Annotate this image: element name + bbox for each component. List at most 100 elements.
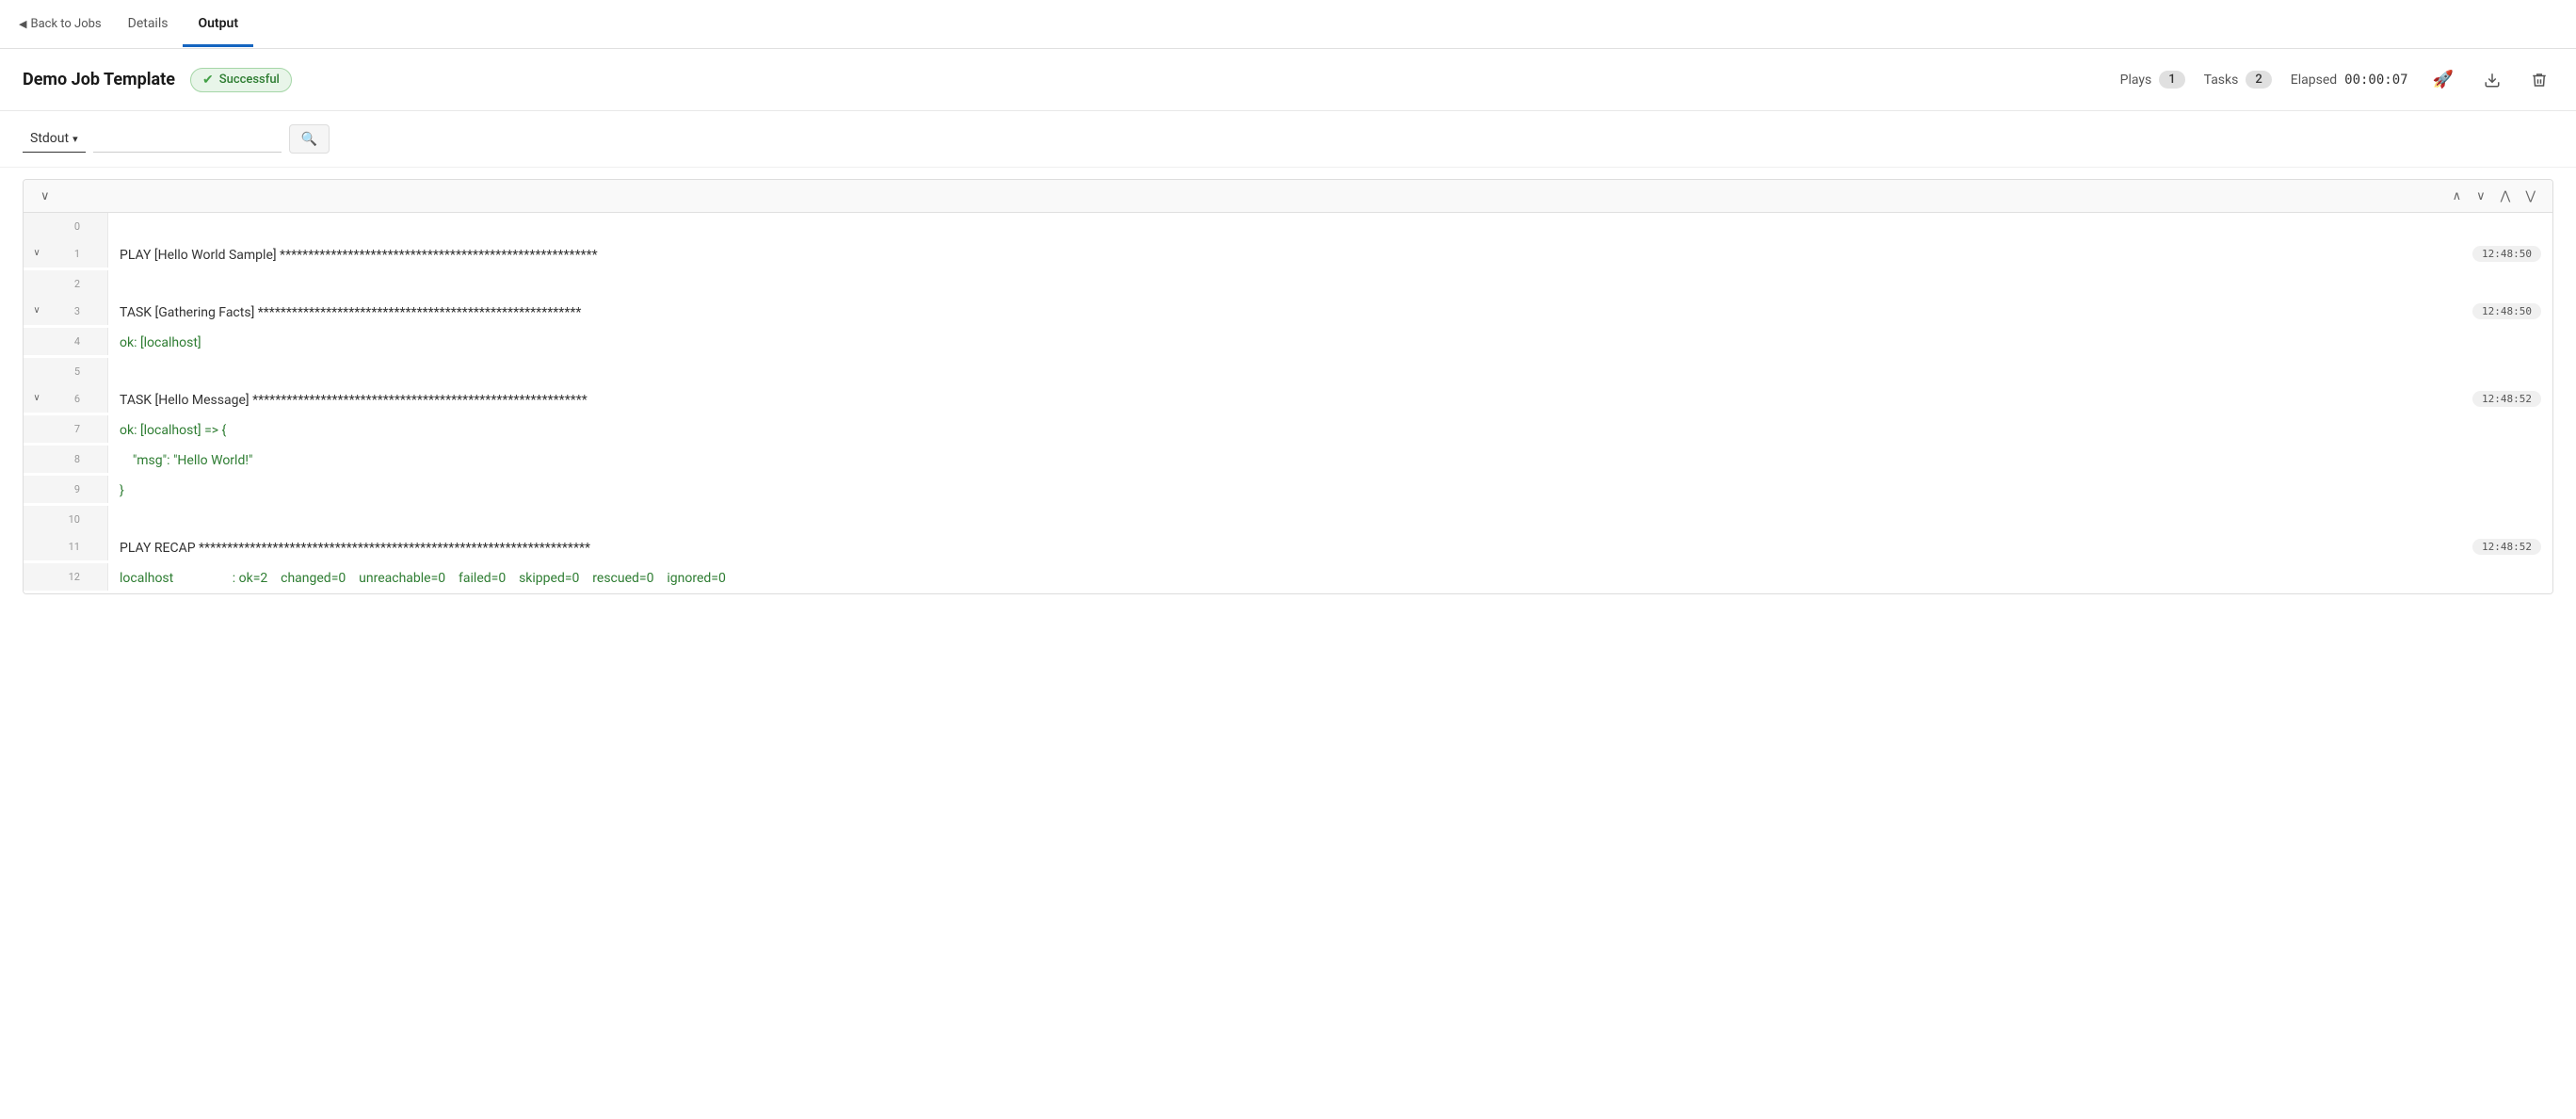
- back-label: Back to Jobs: [30, 17, 101, 31]
- log-content: [108, 270, 2552, 285]
- stdout-chevron-icon: ▾: [72, 133, 78, 145]
- rocket-button[interactable]: 🚀: [2427, 66, 2459, 93]
- log-row: 5: [24, 358, 2552, 385]
- collapse-row-button[interactable]: ∨: [24, 385, 50, 411]
- collapse-row-button[interactable]: ∨: [24, 240, 50, 266]
- download-button[interactable]: [2478, 68, 2506, 92]
- search-icon: 🔍: [301, 131, 317, 147]
- elapsed-value: 00:00:07: [2344, 73, 2407, 88]
- tab-output[interactable]: Output: [183, 3, 253, 47]
- collapse-row-button: [24, 476, 50, 491]
- collapse-row-button[interactable]: ∨: [24, 298, 50, 323]
- stdout-select[interactable]: Stdout ▾: [23, 125, 86, 153]
- line-number: 0: [50, 213, 88, 240]
- search-input[interactable]: [93, 125, 282, 153]
- scroll-up-button[interactable]: ∧: [2447, 186, 2468, 206]
- search-button[interactable]: 🔍: [289, 124, 330, 154]
- collapse-row-button: [24, 213, 50, 228]
- check-icon: ✔: [202, 73, 214, 88]
- scroll-down-button[interactable]: ∨: [2471, 186, 2491, 206]
- plays-label: Plays: [2120, 73, 2152, 88]
- job-header: Demo Job Template ✔ Successful Plays 1 T…: [0, 49, 2576, 111]
- plays-count: 1: [2159, 71, 2184, 89]
- log-content: [108, 358, 2552, 373]
- line-number: 1: [50, 240, 88, 268]
- line-number: 8: [50, 446, 88, 473]
- timestamp-badge: 12:48:52: [2472, 391, 2541, 407]
- line-number: 9: [50, 476, 88, 503]
- log-content: PLAY [Hello World Sample] **************…: [108, 240, 2461, 270]
- toolbar-left: ∨: [35, 186, 56, 206]
- line-number: 2: [50, 270, 88, 298]
- log-row: 4 ok: [localhost]: [24, 328, 2552, 358]
- line-number: 11: [50, 533, 88, 560]
- top-nav: ◀ Back to Jobs Details Output: [0, 0, 2576, 49]
- log-content: "msg": "Hello World!": [108, 446, 2552, 476]
- status-badge: ✔ Successful: [190, 68, 292, 92]
- toolbar-right: ∧ ∨ ⋀ ⋁: [2447, 186, 2541, 206]
- log-content: }: [108, 476, 2552, 506]
- elapsed-label: Elapsed: [2291, 73, 2337, 88]
- log-timestamp: 12:48:50: [2461, 240, 2552, 268]
- elapsed-meta: Elapsed 00:00:07: [2291, 73, 2408, 88]
- collapse-row-button: [24, 506, 50, 521]
- back-to-jobs-link[interactable]: ◀ Back to Jobs: [19, 17, 113, 31]
- log-gutter: 5: [24, 358, 108, 385]
- log-timestamp: 12:48:52: [2461, 533, 2552, 560]
- collapse-row-button: [24, 328, 50, 343]
- output-toolbar: ∨ ∧ ∨ ⋀ ⋁: [24, 180, 2552, 213]
- log-row: 9}: [24, 476, 2552, 506]
- scroll-top-button[interactable]: ⋀: [2495, 186, 2517, 206]
- log-gutter: 10: [24, 506, 108, 533]
- log-row: ∨3TASK [Gathering Facts] ***************…: [24, 298, 2552, 328]
- line-number: 5: [50, 358, 88, 385]
- log-gutter: 8: [24, 446, 108, 473]
- log-gutter: 2: [24, 270, 108, 298]
- collapse-row-button: [24, 415, 50, 430]
- log-row: ∨1PLAY [Hello World Sample] ************…: [24, 240, 2552, 270]
- log-timestamp: 12:48:52: [2461, 385, 2552, 413]
- log-row: 12localhost : ok=2 changed=0 unreachable…: [24, 563, 2552, 593]
- timestamp-badge: 12:48:50: [2472, 303, 2541, 319]
- tab-details[interactable]: Details: [113, 3, 184, 47]
- collapse-row-button: [24, 533, 50, 548]
- log-content: [108, 213, 2552, 228]
- line-number: 7: [50, 415, 88, 443]
- log-container: 0∨1PLAY [Hello World Sample] ***********…: [24, 213, 2552, 593]
- log-row: 10: [24, 506, 2552, 533]
- log-timestamp: 12:48:50: [2461, 298, 2552, 325]
- collapse-row-button: [24, 446, 50, 461]
- log-content: ok: [localhost]: [108, 328, 2552, 358]
- timestamp-badge: 12:48:50: [2472, 246, 2541, 262]
- log-content: TASK [Gathering Facts] *****************…: [108, 298, 2461, 328]
- stdout-label: Stdout: [30, 131, 69, 146]
- log-row: 2: [24, 270, 2552, 298]
- output-controls: Stdout ▾ 🔍: [0, 111, 2576, 168]
- log-gutter: 7: [24, 415, 108, 443]
- delete-button[interactable]: [2525, 68, 2553, 92]
- log-content: PLAY RECAP *****************************…: [108, 533, 2461, 563]
- log-gutter: 9: [24, 476, 108, 503]
- line-number: 6: [50, 385, 88, 413]
- log-gutter: ∨1: [24, 240, 108, 268]
- collapse-row-button: [24, 358, 50, 373]
- line-number: 4: [50, 328, 88, 355]
- log-gutter: 11: [24, 533, 108, 560]
- collapse-all-button[interactable]: ∨: [35, 186, 56, 206]
- tasks-meta: Tasks 2: [2204, 71, 2272, 89]
- scroll-bottom-button[interactable]: ⋁: [2520, 186, 2541, 206]
- log-row: 0: [24, 213, 2552, 240]
- log-content: [108, 506, 2552, 521]
- log-gutter: ∨6: [24, 385, 108, 413]
- job-title: Demo Job Template: [23, 70, 175, 89]
- chevron-left-icon: ◀: [19, 18, 26, 30]
- log-content: localhost : ok=2 changed=0 unreachable=0…: [108, 563, 2552, 593]
- collapse-row-button: [24, 270, 50, 285]
- timestamp-badge: 12:48:52: [2472, 539, 2541, 555]
- job-meta: Plays 1 Tasks 2 Elapsed 00:00:07 🚀: [2120, 66, 2553, 93]
- log-content: TASK [Hello Message] *******************…: [108, 385, 2461, 415]
- log-gutter: 0: [24, 213, 108, 240]
- log-row: 8 "msg": "Hello World!": [24, 446, 2552, 476]
- tasks-label: Tasks: [2204, 73, 2239, 88]
- line-number: 10: [50, 506, 88, 533]
